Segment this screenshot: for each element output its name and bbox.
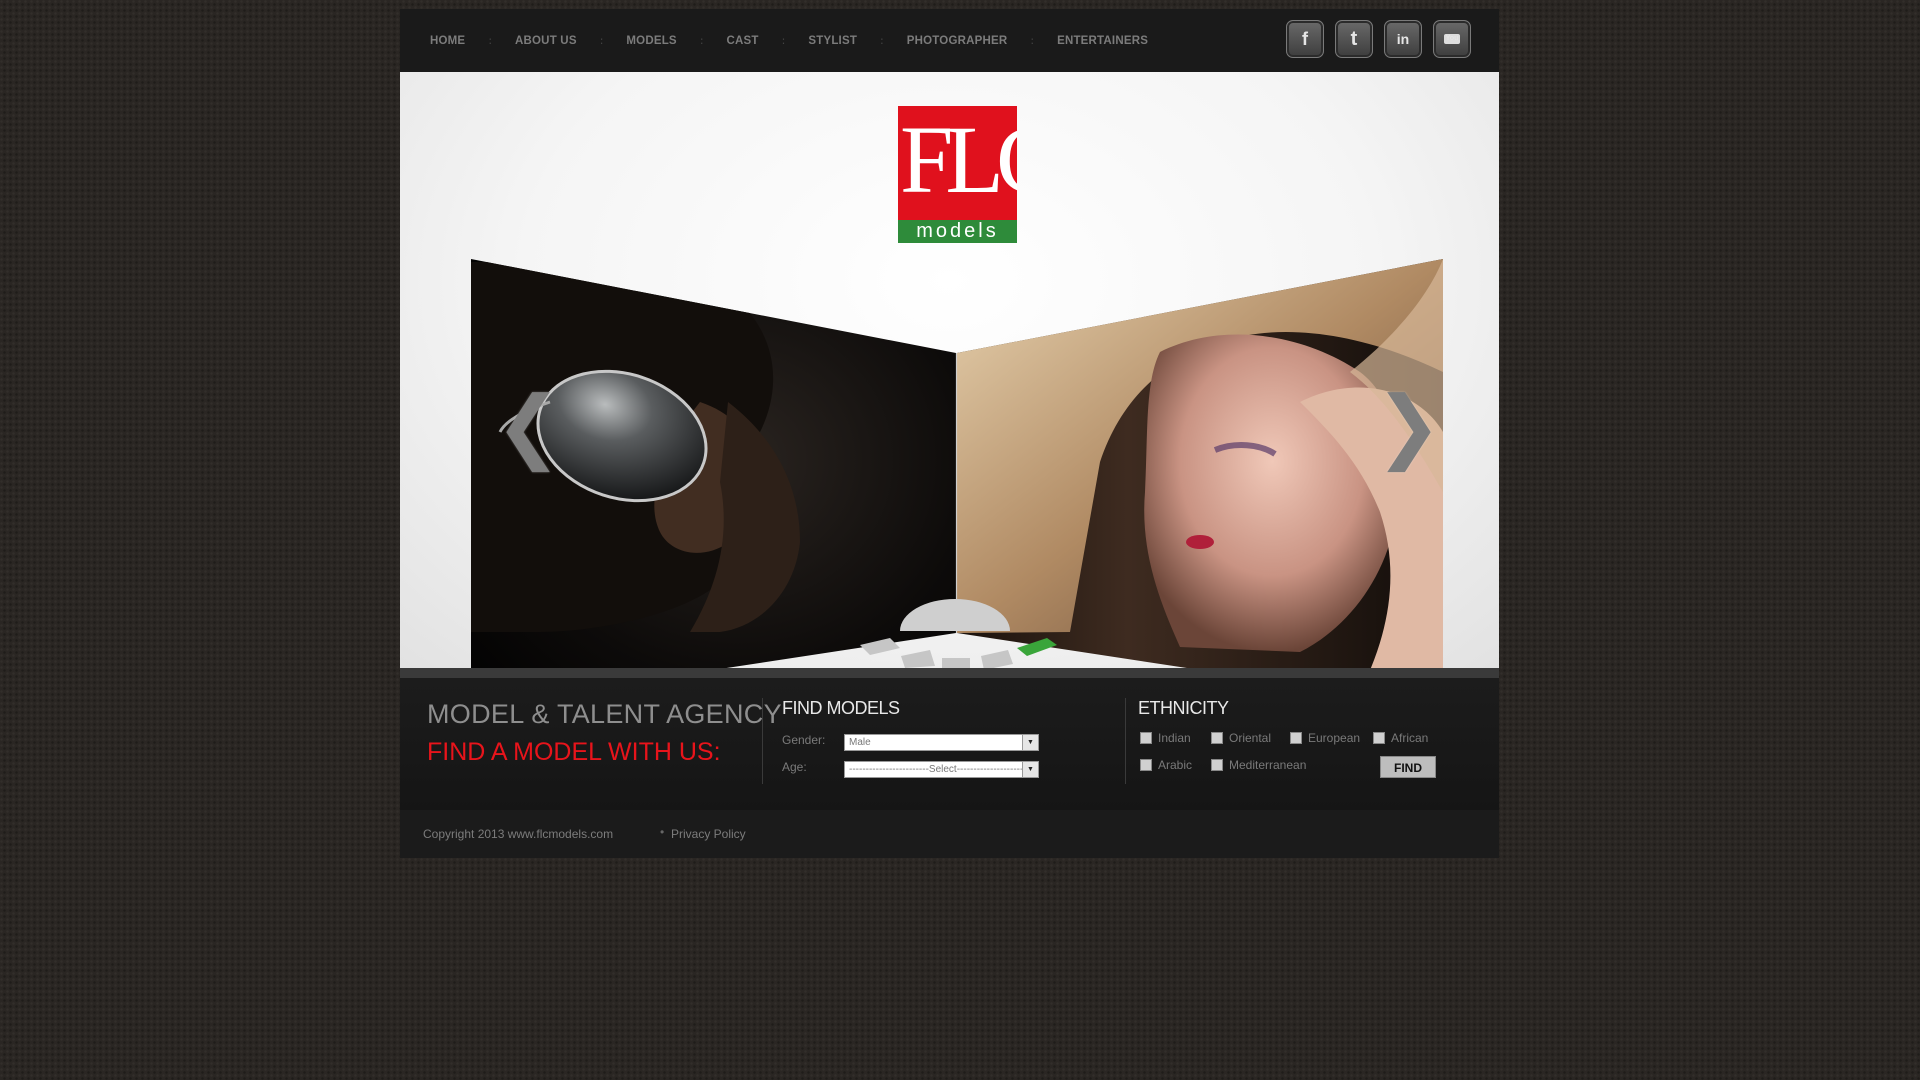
checkbox[interactable] — [1140, 732, 1152, 744]
find-button[interactable]: FIND — [1380, 756, 1436, 778]
linkedin-glyph: in — [1396, 31, 1410, 47]
age-label: Age: — [782, 760, 807, 774]
social-links: f t in You — [1286, 20, 1471, 58]
ethnicity-label: European — [1308, 731, 1361, 745]
main-menu: HOME : ABOUT US : MODELS : CAST : STYLIS… — [400, 9, 1148, 72]
hero-slider: FLC models ❮ ❯ — [400, 72, 1499, 668]
find-model-tagline: FIND A MODEL WITH US: — [427, 738, 721, 766]
youtube-icon[interactable]: You — [1433, 20, 1471, 58]
panel-divider — [1125, 698, 1126, 784]
dropdown-arrow-icon: ▼ — [1022, 735, 1038, 750]
menu-separator: : — [599, 34, 604, 47]
ethnicity-label: Arabic — [1158, 758, 1193, 772]
slide-dot-4[interactable] — [981, 650, 1013, 668]
ethnicity-title: ETHNICITY — [1138, 698, 1229, 718]
menu-photographer[interactable]: PHOTOGRAPHER — [907, 35, 1008, 47]
slide-dot-2[interactable] — [901, 650, 935, 668]
ethnicity-european[interactable]: European — [1290, 731, 1360, 745]
ethnicity-indian[interactable]: Indian — [1140, 731, 1191, 745]
checkbox[interactable] — [1211, 732, 1223, 744]
logo-letters: FLC — [900, 106, 1017, 213]
gender-select[interactable]: Male ▼ — [844, 734, 1039, 751]
youtube-glyph: You — [1443, 34, 1461, 44]
linkedin-icon[interactable]: in — [1384, 20, 1422, 58]
menu-cast[interactable]: CAST — [727, 35, 759, 47]
menu-models[interactable]: MODELS — [626, 35, 676, 47]
gender-label: Gender: — [782, 733, 826, 747]
ethnicity-label: Mediterranean — [1229, 758, 1307, 772]
logo-red-block: FLC — [898, 106, 1017, 220]
age-value: ------------------------Select----------… — [849, 764, 1037, 775]
site-container: HOME : ABOUT US : MODELS : CAST : STYLIS… — [400, 9, 1499, 858]
menu-about-us[interactable]: ABOUT US — [515, 35, 577, 47]
age-select[interactable]: ------------------------Select----------… — [844, 761, 1039, 778]
ethnicity-african[interactable]: African — [1373, 731, 1428, 745]
prev-arrow-icon[interactable]: ❮ — [495, 386, 562, 466]
facebook-glyph: f — [1302, 28, 1308, 49]
copyright-text: Copyright 2013 www.flcmodels.com — [423, 827, 614, 841]
dropdown-arrow-icon: ▼ — [1022, 762, 1038, 777]
menu-stylist[interactable]: STYLIST — [808, 35, 857, 47]
menu-separator: : — [1030, 34, 1035, 47]
checkbox[interactable] — [1373, 732, 1385, 744]
ethnicity-arabic[interactable]: Arabic — [1140, 758, 1192, 772]
twitter-icon[interactable]: t — [1335, 20, 1373, 58]
checkbox[interactable] — [1140, 759, 1152, 771]
checkbox[interactable] — [1290, 732, 1302, 744]
ethnicity-label: Indian — [1158, 731, 1191, 745]
panel-divider — [762, 698, 763, 784]
menu-separator: : — [781, 34, 786, 47]
search-panel: MODEL & TALENT AGENCY FIND A MODEL WITH … — [400, 678, 1499, 810]
twitter-glyph: t — [1350, 27, 1358, 50]
flc-logo[interactable]: FLC models — [898, 106, 1017, 243]
divider-strip — [400, 668, 1499, 678]
checkbox[interactable] — [1211, 759, 1223, 771]
logo-word: models — [898, 220, 1017, 243]
menu-separator: : — [488, 34, 493, 47]
menu-separator: : — [880, 34, 884, 47]
ethnicity-label: Oriental — [1229, 731, 1272, 745]
footer: Copyright 2013 www.flcmodels.com • Priva… — [400, 810, 1499, 858]
ethnicity-oriental[interactable]: Oriental — [1211, 731, 1271, 745]
facebook-icon[interactable]: f — [1286, 20, 1324, 58]
gender-value: Male — [849, 737, 871, 748]
privacy-policy-link[interactable]: Privacy Policy — [671, 827, 746, 841]
ethnicity-label: African — [1391, 731, 1429, 745]
ethnicity-mediterranean[interactable]: Mediterranean — [1211, 758, 1306, 772]
menu-separator: : — [699, 34, 704, 47]
find-models-title: FIND MODELS — [782, 698, 900, 718]
agency-tagline: MODEL & TALENT AGENCY — [427, 699, 782, 729]
slide-dot-3[interactable] — [942, 658, 970, 668]
next-arrow-icon[interactable]: ❯ — [1375, 386, 1442, 466]
menu-home[interactable]: HOME — [430, 35, 465, 47]
footer-bullet: • — [660, 825, 665, 839]
menu-entertainers[interactable]: ENTERTAINERS — [1057, 35, 1148, 47]
top-nav: HOME : ABOUT US : MODELS : CAST : STYLIS… — [400, 9, 1499, 72]
